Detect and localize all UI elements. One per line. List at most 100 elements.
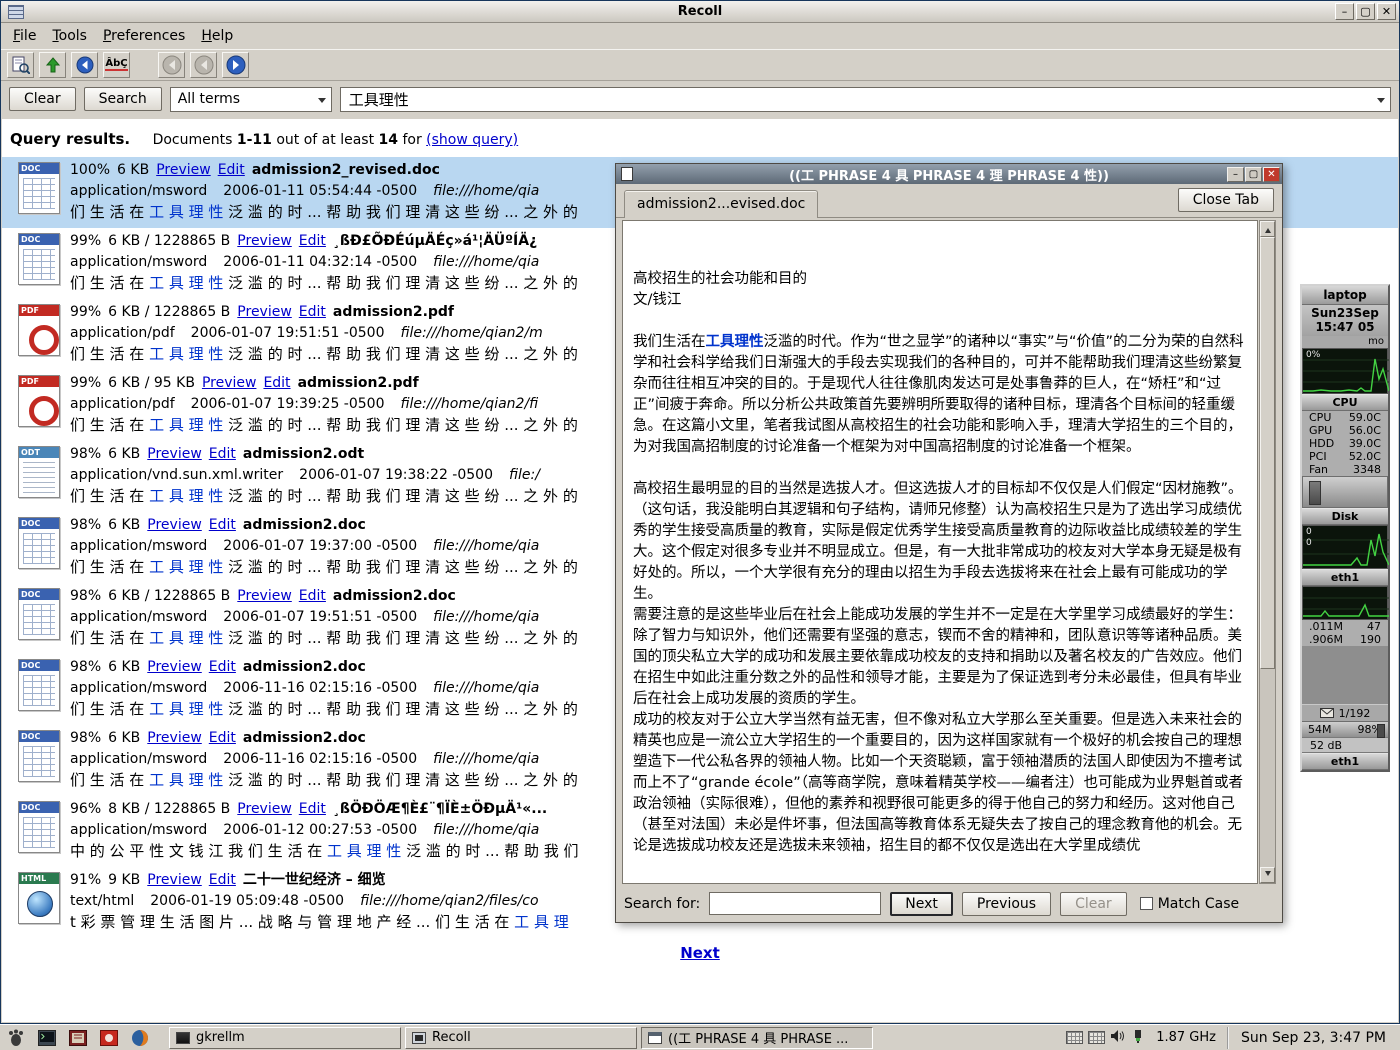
- term-explorer-icon-button[interactable]: ÂbÇ: [103, 52, 130, 78]
- edit-link[interactable]: Edit: [209, 517, 236, 533]
- back-circle-icon-button[interactable]: [71, 52, 98, 78]
- preview-titlebar[interactable]: ((工 PHRASE 4 具 PHRASE 4 理 PHRASE 4 性)) –…: [616, 164, 1282, 184]
- preview-minimize-icon[interactable]: –: [1227, 167, 1244, 182]
- result-text: 96%8 KB / 1228865 BPreviewEdit¸ßÖÐÖÆ¶È£¨…: [70, 799, 579, 864]
- results-total: 14: [379, 132, 398, 148]
- edit-link[interactable]: Edit: [209, 659, 236, 675]
- snippet-text: 泛 滥 的 时 ... 帮 助 我 们 理 清 这 些 纷 ... 之 外 的: [223, 274, 577, 292]
- main-menu-footprint-icon[interactable]: [4, 1027, 28, 1049]
- preview-link[interactable]: Preview: [147, 730, 202, 746]
- preview-link[interactable]: Preview: [237, 588, 292, 604]
- edit-link[interactable]: Edit: [209, 446, 236, 462]
- edit-link[interactable]: Edit: [209, 872, 236, 888]
- task-icon: [176, 1032, 190, 1044]
- edit-link[interactable]: Edit: [209, 730, 236, 746]
- keyboard-layout-icon[interactable]: [1066, 1031, 1083, 1044]
- search-button[interactable]: Search: [84, 87, 162, 111]
- result-url: file:///home/qian2/files/co: [360, 893, 539, 909]
- preview-link[interactable]: Preview: [237, 801, 292, 817]
- query-input[interactable]: 工具理性: [340, 87, 1391, 112]
- preview-link[interactable]: Preview: [237, 233, 292, 249]
- window-title: Recoll: [1, 4, 1399, 19]
- task-button[interactable]: Recoll: [405, 1027, 637, 1049]
- result-text: 98%6 KB / 1228865 BPreviewEditadmission2…: [70, 586, 578, 651]
- edit-link[interactable]: Edit: [299, 588, 326, 604]
- red-app-launcher-icon[interactable]: [97, 1027, 121, 1049]
- first-page-button[interactable]: [158, 52, 185, 78]
- edit-link[interactable]: Edit: [299, 233, 326, 249]
- net-chart: [1302, 586, 1388, 620]
- file-type-label: PDF: [19, 376, 59, 387]
- result-snippet: 中 的 公 平 性 文 钱 江 我 们 生 活 在 工 具 理 性 泛 滥 的 …: [70, 841, 579, 862]
- minimize-icon[interactable]: –: [1335, 3, 1354, 20]
- task-label: ((工 PHRASE 4 具 PHRASE ...: [668, 1028, 848, 1047]
- preview-close-icon[interactable]: ✕: [1263, 167, 1280, 182]
- menu-preferences[interactable]: Preferences: [95, 25, 193, 47]
- snippet-term: 工 具 理 性: [149, 416, 223, 434]
- editor-launcher-icon[interactable]: [66, 1027, 90, 1049]
- doc-magnifier-icon-button[interactable]: [7, 52, 34, 78]
- close-icon[interactable]: ✕: [1377, 3, 1396, 20]
- edit-link[interactable]: Edit: [299, 304, 326, 320]
- preview-document-tab[interactable]: admission2...evised.doc: [624, 190, 818, 218]
- search-mode-select[interactable]: All terms: [170, 87, 332, 112]
- preview-link[interactable]: Preview: [147, 446, 202, 462]
- preview-term-highlight: 工具理性: [706, 334, 764, 350]
- file-type-label: DOC: [19, 518, 59, 529]
- show-query-link[interactable]: (show query): [426, 132, 518, 148]
- preview-scrollbar[interactable]: [1259, 220, 1276, 884]
- taskbar: gkrellm Recoll ((工 PHRASE 4 具 PHRASE ...…: [0, 1024, 1400, 1050]
- recoll-titlebar[interactable]: Recoll – ▢ ✕: [1, 1, 1399, 23]
- terminal-launcher-icon[interactable]: [35, 1027, 59, 1049]
- power-plug-icon[interactable]: [1131, 1029, 1145, 1047]
- keyboard-layout-icon-2[interactable]: [1088, 1031, 1105, 1044]
- query-history-chevron-icon[interactable]: [1377, 98, 1385, 107]
- preview-paragraph: 成功的校友对于公立大学当然有益无害，但不像对私立大学那么至关重要。但是选入未来社…: [633, 710, 1247, 857]
- next-page-link[interactable]: Next: [680, 944, 720, 962]
- file-icon-lines: [23, 533, 55, 564]
- edit-link[interactable]: Edit: [218, 162, 245, 178]
- preview-link[interactable]: Preview: [147, 659, 202, 675]
- edit-link[interactable]: Edit: [263, 375, 290, 391]
- maximize-icon[interactable]: ▢: [1356, 3, 1375, 20]
- previous-page-button[interactable]: [190, 52, 217, 78]
- preview-maximize-icon[interactable]: ▢: [1245, 167, 1262, 182]
- task-button[interactable]: gkrellm: [169, 1027, 401, 1049]
- preview-link[interactable]: Preview: [147, 517, 202, 533]
- find-input[interactable]: [709, 892, 881, 915]
- preview-link[interactable]: Preview: [202, 375, 257, 391]
- sort-ascending-icon-button[interactable]: [39, 52, 66, 78]
- menu-file[interactable]: File: [5, 25, 44, 47]
- task-button[interactable]: ((工 PHRASE 4 具 PHRASE ...: [641, 1027, 873, 1049]
- scroll-up-button[interactable]: [1260, 221, 1275, 237]
- result-mime: application/msword: [70, 822, 207, 838]
- preview-link[interactable]: Preview: [237, 304, 292, 320]
- snippet-term: 工 具 理 性: [149, 700, 223, 718]
- snippet-text: 泛 滥 的 时 ... 帮 助 我 们 理 清 这 些 纷 ... 之 外 的: [223, 700, 577, 718]
- taskbar-clock: Sun Sep 23, 3:47 PM: [1227, 1027, 1396, 1049]
- scrollbar-thumb[interactable]: [1260, 237, 1275, 669]
- preview-link[interactable]: Preview: [156, 162, 211, 178]
- scroll-down-button[interactable]: [1260, 867, 1275, 883]
- result-icon-cell: DOC: [8, 231, 70, 296]
- menu-help[interactable]: Help: [193, 25, 241, 47]
- firefox-launcher-icon[interactable]: [128, 1027, 152, 1049]
- match-case-checkbox[interactable]: [1140, 897, 1153, 910]
- preview-link[interactable]: Preview: [147, 872, 202, 888]
- find-next-button[interactable]: Next: [890, 892, 953, 916]
- close-tab-button[interactable]: Close Tab: [1178, 188, 1274, 212]
- menu-tools[interactable]: Tools: [44, 25, 95, 47]
- edit-link[interactable]: Edit: [299, 801, 326, 817]
- volume-icon[interactable]: [1110, 1029, 1126, 1047]
- next-page-button[interactable]: [222, 52, 249, 78]
- find-clear-button[interactable]: Clear: [1060, 892, 1127, 916]
- net-rx-total: .011M: [1309, 620, 1343, 633]
- clear-button[interactable]: Clear: [9, 87, 76, 111]
- snippet-term: 工 具 理 性: [327, 842, 401, 860]
- sensor-row: CPU59.0C: [1302, 411, 1388, 424]
- result-snippet: 们 生 活 在 工 具 理 性 泛 滥 的 时 ... 帮 助 我 们 理 清 …: [70, 770, 578, 791]
- result-date: 2006-01-07 19:38:22 -0500: [299, 467, 493, 483]
- doc-magnifier-icon: [12, 56, 30, 74]
- find-previous-button[interactable]: Previous: [962, 892, 1051, 916]
- system-tray: 1.87 GHz Sun Sep 23, 3:47 PM: [1066, 1027, 1396, 1049]
